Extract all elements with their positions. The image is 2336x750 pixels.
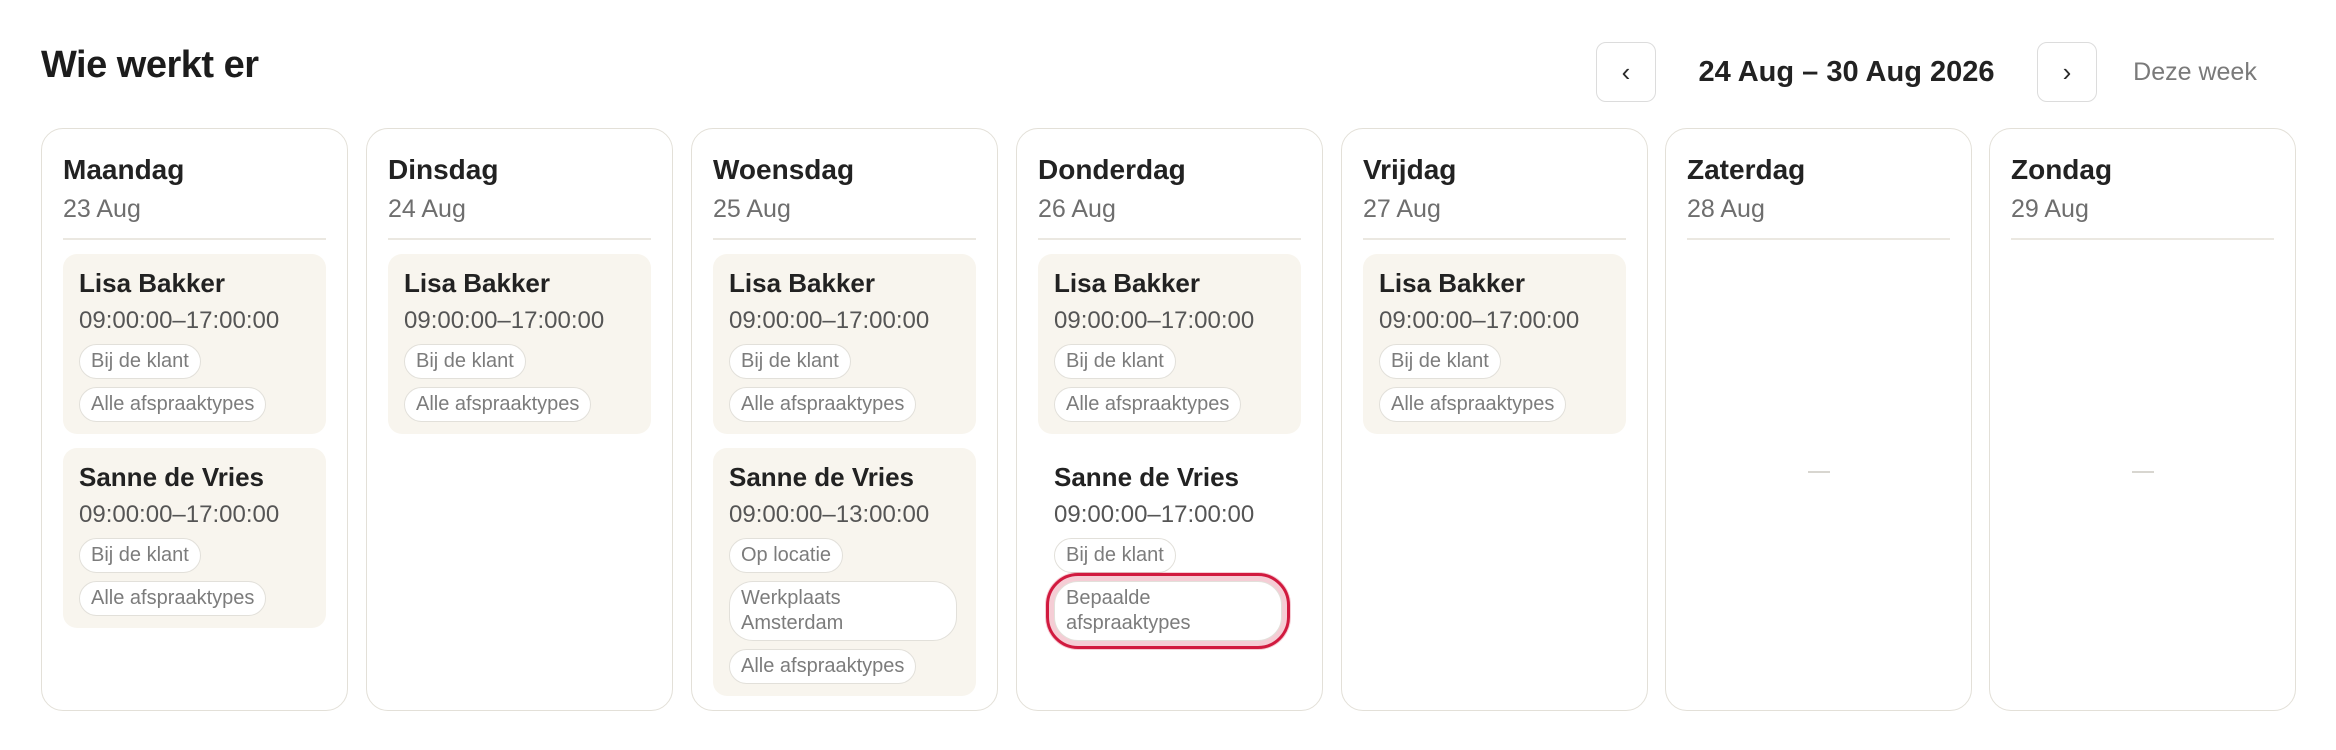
week-grid: Maandag 23 Aug Lisa Bakker 09:00:00–17:0… <box>41 128 2296 711</box>
empty-day-indicator <box>1807 471 1830 473</box>
shift-time: 09:00:00–17:00:00 <box>1379 306 1580 334</box>
day-name: Donderdag <box>1038 154 1186 185</box>
appointment-type-tag[interactable]: Bepaalde afspraaktypes <box>1046 572 1290 649</box>
shift-person: Sanne de Vries <box>1054 461 1239 492</box>
shift-time: 09:00:00–17:00:00 <box>79 306 280 334</box>
day-date: 25 Aug <box>713 194 791 223</box>
shift-time: 09:00:00–17:00:00 <box>1054 500 1255 528</box>
day-column-zaterdag: Zaterdag 28 Aug <box>1665 128 1972 711</box>
day-name: Zaterdag <box>1687 154 1806 185</box>
appointment-type-tag: Alle afspraaktypes <box>79 580 267 616</box>
appointment-type-tag: Alle afspraaktypes <box>404 386 592 422</box>
day-column-woensdag: Woensdag 25 Aug Lisa Bakker 09:00:00–17:… <box>691 128 998 711</box>
day-date: 27 Aug <box>1363 194 1441 223</box>
chevron-left-icon: ‹ <box>1621 56 1631 87</box>
location-tag: Bij de klant <box>404 343 526 379</box>
shift-card[interactable]: Lisa Bakker 09:00:00–17:00:00 Bij de kla… <box>1363 253 1626 434</box>
divider <box>388 237 651 240</box>
location-tag: Bij de klant <box>1379 343 1501 379</box>
divider <box>2011 237 2274 240</box>
day-date: 24 Aug <box>388 194 466 223</box>
location-tag: Bij de klant <box>79 343 201 379</box>
shift-card[interactable]: Lisa Bakker 09:00:00–17:00:00 Bij de kla… <box>63 253 326 434</box>
location-tag: Bij de klant <box>729 343 851 379</box>
divider <box>713 237 976 240</box>
day-date: 26 Aug <box>1038 194 1116 223</box>
next-week-button[interactable]: › <box>2037 42 2097 102</box>
appointment-type-tag: Alle afspraaktypes <box>1379 386 1567 422</box>
shift-card[interactable]: Sanne de Vries 09:00:00–17:00:00 Bij de … <box>1038 448 1301 653</box>
appointment-type-tag: Alle afspraaktypes <box>1054 386 1242 422</box>
shift-time: 09:00:00–17:00:00 <box>1054 306 1255 334</box>
location-tag: Bij de klant <box>1054 343 1176 379</box>
shift-card[interactable]: Lisa Bakker 09:00:00–17:00:00 Bij de kla… <box>713 253 976 434</box>
shift-person: Lisa Bakker <box>1379 267 1525 298</box>
day-name: Zondag <box>2011 154 2113 185</box>
shift-card[interactable]: Lisa Bakker 09:00:00–17:00:00 Bij de kla… <box>1038 253 1301 434</box>
chevron-right-icon: › <box>2062 56 2072 87</box>
day-date: 28 Aug <box>1687 194 1765 223</box>
divider <box>1687 237 1950 240</box>
divider <box>1038 237 1301 240</box>
empty-day-indicator <box>2131 471 2154 473</box>
day-name: Maandag <box>63 154 185 185</box>
shift-person: Lisa Bakker <box>79 267 225 298</box>
shift-time: 09:00:00–17:00:00 <box>79 500 280 528</box>
appointment-type-tag: Alle afspraaktypes <box>79 386 267 422</box>
day-column-dinsdag: Dinsdag 24 Aug Lisa Bakker 09:00:00–17:0… <box>366 128 673 711</box>
shift-person: Lisa Bakker <box>1054 267 1200 298</box>
shift-card[interactable]: Sanne de Vries 09:00:00–13:00:00 Op loca… <box>713 447 976 696</box>
day-column-zondag: Zondag 29 Aug <box>1989 128 2296 711</box>
location-tag: Bij de klant <box>1054 537 1176 573</box>
shift-time: 09:00:00–17:00:00 <box>729 306 930 334</box>
week-range-label: 24 Aug – 30 Aug 2026 <box>1698 55 1995 88</box>
shift-person: Sanne de Vries <box>729 461 914 492</box>
shift-card[interactable]: Sanne de Vries 09:00:00–17:00:00 Bij de … <box>63 447 326 628</box>
shift-card[interactable]: Lisa Bakker 09:00:00–17:00:00 Bij de kla… <box>388 253 651 434</box>
shift-person: Sanne de Vries <box>79 461 264 492</box>
location-tag: Bij de klant <box>79 537 201 573</box>
day-column-vrijdag: Vrijdag 27 Aug Lisa Bakker 09:00:00–17:0… <box>1341 128 1648 711</box>
day-date: 29 Aug <box>2011 194 2089 223</box>
day-name: Vrijdag <box>1363 154 1457 185</box>
day-column-donderdag: Donderdag 26 Aug Lisa Bakker 09:00:00–17… <box>1016 128 1323 711</box>
appointment-type-tag: Alle afspraaktypes <box>729 648 917 684</box>
this-week-button[interactable]: Deze week <box>2120 42 2270 102</box>
day-date: 23 Aug <box>63 194 141 223</box>
shift-person: Lisa Bakker <box>404 267 550 298</box>
day-name: Dinsdag <box>388 154 499 185</box>
workplace-tag: Werkplaats Amsterdam <box>729 580 957 641</box>
week-navigation: ‹ 24 Aug – 30 Aug 2026 › Deze week <box>0 42 2336 102</box>
shift-time: 09:00:00–13:00:00 <box>729 500 930 528</box>
shift-time: 09:00:00–17:00:00 <box>404 306 605 334</box>
day-column-maandag: Maandag 23 Aug Lisa Bakker 09:00:00–17:0… <box>41 128 348 711</box>
divider <box>63 237 326 240</box>
shift-person: Lisa Bakker <box>729 267 875 298</box>
day-name: Woensdag <box>713 154 855 185</box>
location-tag: Op locatie <box>729 537 844 573</box>
appointment-type-tag: Alle afspraaktypes <box>729 386 917 422</box>
divider <box>1363 237 1626 240</box>
previous-week-button[interactable]: ‹ <box>1596 42 1656 102</box>
